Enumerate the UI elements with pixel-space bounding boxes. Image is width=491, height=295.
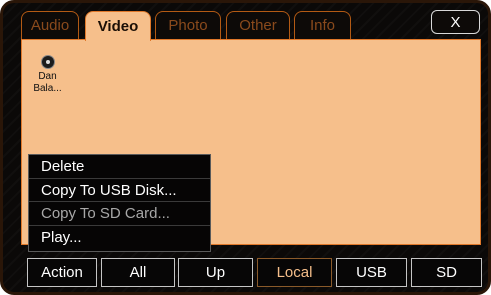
menu-item-copy-to-sd: Copy To SD Card...: [29, 202, 210, 226]
sd-button[interactable]: SD: [411, 258, 482, 287]
file-item[interactable]: Dan Bala...: [29, 55, 66, 95]
action-button[interactable]: Action: [27, 258, 97, 287]
app-window: Audio Video Photo Other Info X Dan Bala.…: [0, 0, 491, 295]
menu-item-play[interactable]: Play...: [29, 226, 210, 250]
local-button[interactable]: Local: [257, 258, 332, 287]
up-button[interactable]: Up: [178, 258, 253, 287]
close-button[interactable]: X: [431, 10, 480, 34]
tab-info[interactable]: Info: [294, 11, 351, 39]
tab-video[interactable]: Video: [85, 11, 151, 41]
tab-photo[interactable]: Photo: [155, 11, 221, 39]
file-label: Dan Bala...: [33, 71, 62, 94]
menu-item-copy-to-usb[interactable]: Copy To USB Disk...: [29, 179, 210, 202]
menu-item-delete[interactable]: Delete: [29, 155, 210, 179]
all-button[interactable]: All: [101, 258, 175, 287]
tab-other[interactable]: Other: [226, 11, 290, 39]
close-icon: X: [450, 13, 461, 31]
usb-button[interactable]: USB: [336, 258, 407, 287]
video-file-icon: [40, 55, 55, 69]
context-menu: Delete Copy To USB Disk... Copy To SD Ca…: [28, 154, 211, 252]
tab-audio[interactable]: Audio: [21, 11, 79, 39]
bottom-toolbar: Action All Up Local USB SD: [27, 258, 482, 287]
